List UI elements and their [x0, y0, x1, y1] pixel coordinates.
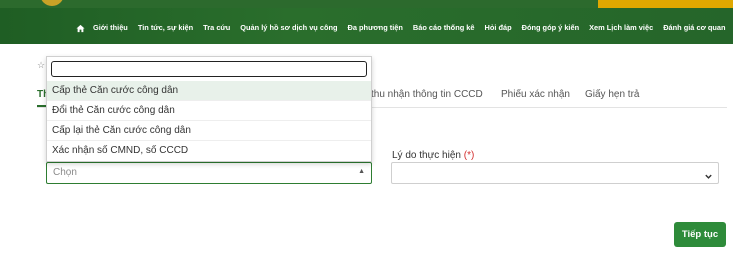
reason-label: Lý do thực hiện (*)	[392, 150, 474, 161]
required-mark: (*)	[463, 150, 475, 161]
caret-up-icon: ▲	[358, 168, 365, 175]
nav-item-hoi-dap[interactable]: Hỏi đáp	[485, 20, 512, 36]
breadcrumb-star-icon[interactable]: ☆	[37, 60, 45, 71]
procedure-select-placeholder: Chọn	[53, 167, 77, 178]
tab-giay-hen-tra[interactable]: Giấy hẹn trả	[585, 89, 639, 100]
dropdown-option-doi-the[interactable]: Đổi thẻ Căn cước công dân	[47, 101, 371, 121]
header-bar: Giới thiệu Tin tức, sự kiện Tra cứu Quản…	[0, 0, 733, 44]
dropdown-option-cap-lai-the[interactable]: Cấp lại thẻ Căn cước công dân	[47, 121, 371, 141]
nav-item-tin-tuc[interactable]: Tin tức, sự kiện	[138, 20, 193, 36]
procedure-dropdown: Cấp thẻ Căn cước công dân Đổi thẻ Căn cư…	[46, 56, 372, 162]
dropdown-search-input[interactable]	[51, 61, 367, 77]
nav-item-dong-gop[interactable]: Đóng góp ý kiến	[522, 20, 579, 36]
nav-item-danh-gia[interactable]: Đánh giá cơ quan	[663, 20, 725, 36]
chevron-down-icon	[704, 168, 713, 186]
header-gold-panel	[598, 0, 733, 8]
dropdown-option-cap-the[interactable]: Cấp thẻ Căn cước công dân	[47, 81, 371, 101]
procedure-select[interactable]: Chọn ▲	[46, 162, 372, 184]
reason-label-text: Lý do thực hiện	[392, 150, 461, 161]
reason-select[interactable]	[391, 162, 719, 184]
nav-item-tra-cuu[interactable]: Tra cứu	[203, 20, 230, 36]
home-icon[interactable]	[76, 24, 85, 33]
nav-item-quan-ly-ho-so[interactable]: Quản lý hồ sơ dịch vụ công	[240, 20, 337, 36]
dropdown-option-xac-nhan-cmnd[interactable]: Xác nhận số CMND, số CCCD	[47, 141, 371, 161]
tab-phieu-xac-nhan[interactable]: Phiếu xác nhận	[501, 89, 570, 100]
continue-button[interactable]: Tiếp tục	[674, 222, 726, 247]
main-nav: Giới thiệu Tin tức, sự kiện Tra cứu Quản…	[76, 20, 733, 36]
nav-item-lich-lam-viec[interactable]: Xem Lịch làm việc	[589, 20, 653, 36]
nav-item-bao-cao[interactable]: Báo cáo thống kê	[413, 20, 475, 36]
nav-item-gioi-thieu[interactable]: Giới thiệu	[93, 20, 128, 36]
tab-thu-nhan-thong-tin[interactable]: thu nhận thông tin CCCD	[371, 89, 483, 100]
nav-item-da-phuong-tien[interactable]: Đa phương tiện	[348, 20, 403, 36]
